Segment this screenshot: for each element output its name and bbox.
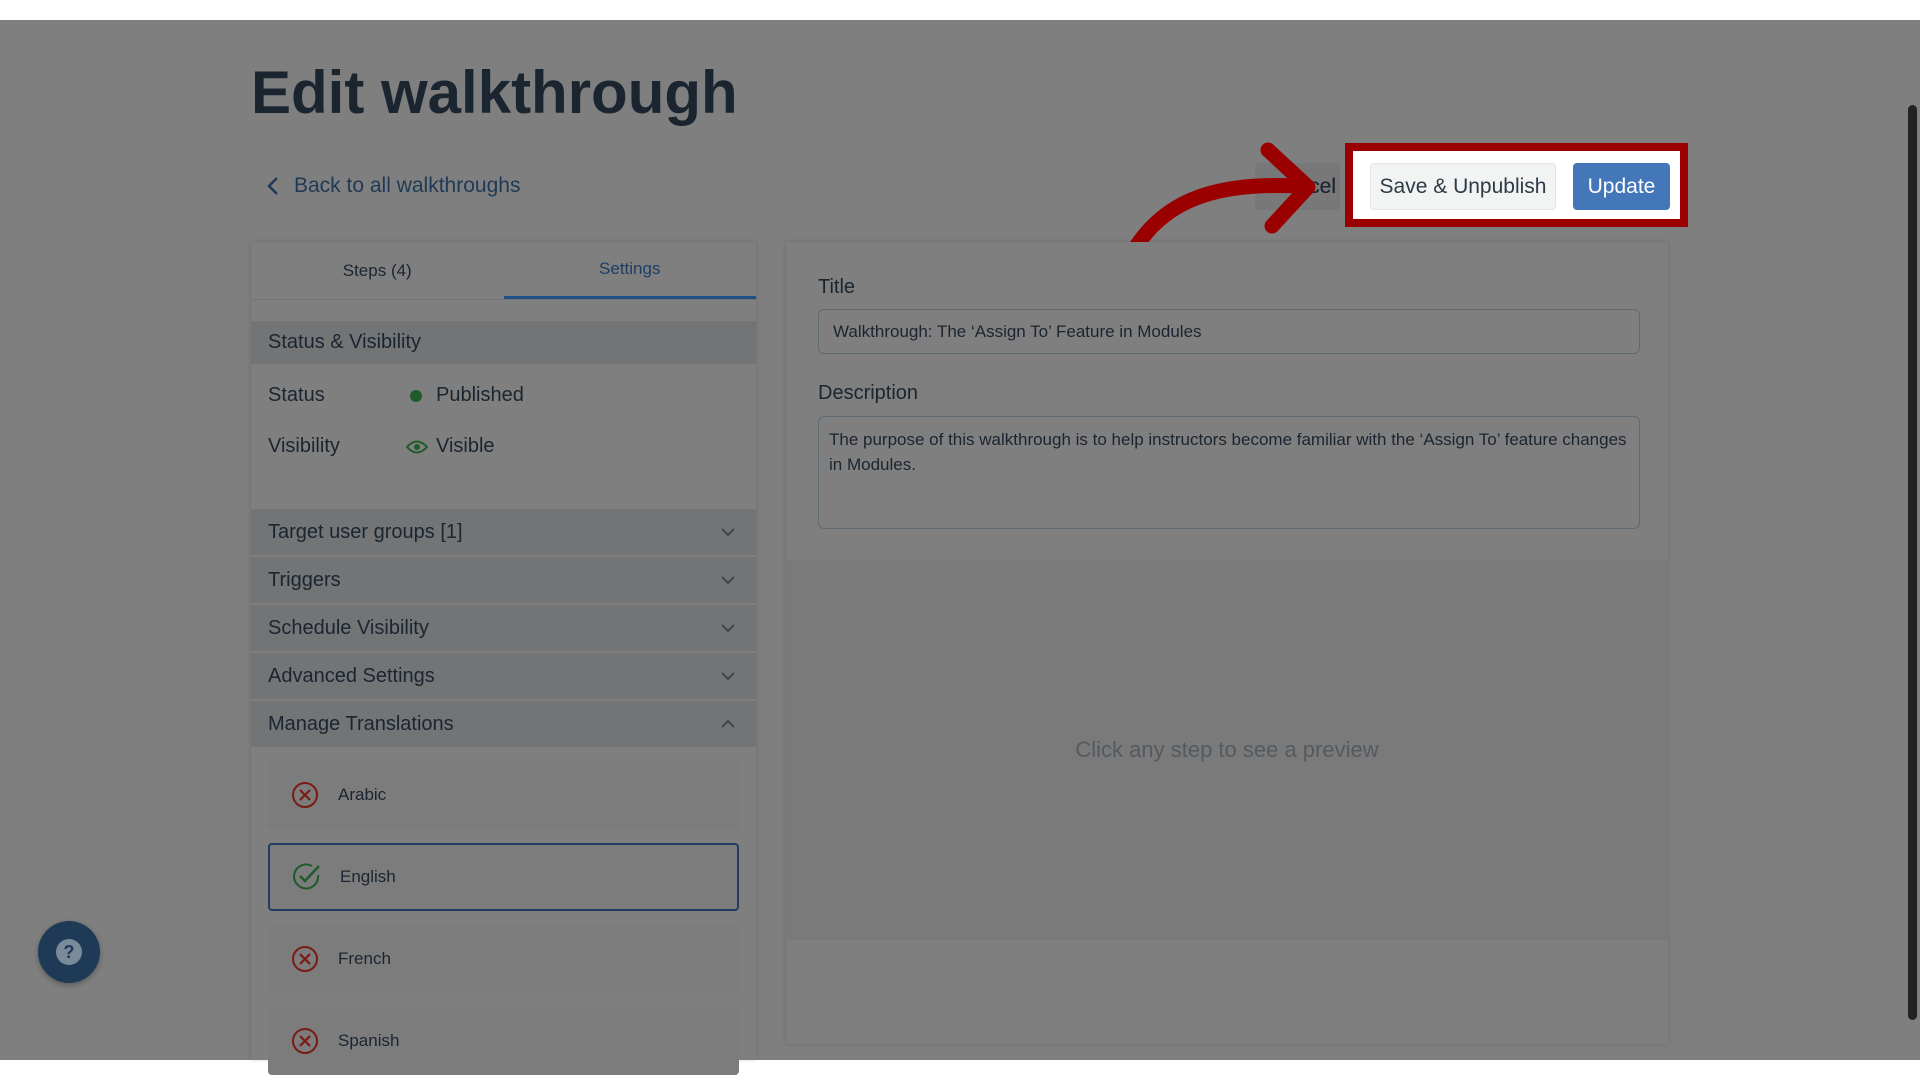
chevron-down-icon [721,624,735,633]
accordion-schedule-visibility[interactable]: Schedule Visibility [251,605,756,651]
chevron-down-icon [721,528,735,537]
accordion-label: Triggers [268,568,341,591]
help-button[interactable]: ? [38,921,100,983]
chevron-up-icon [721,719,735,728]
visibility-row: Visibility Visible [251,421,756,472]
status-row: Status Published [251,370,756,421]
title-label: Title [818,276,856,298]
translation-label: Arabic [338,785,387,804]
status-visibility-header: Status & Visibility [251,321,756,364]
question-icon: ? [56,939,82,965]
accordion-triggers[interactable]: Triggers [251,557,756,603]
accordion-label: Target user groups [1] [268,520,463,543]
tab-steps[interactable]: Steps (4) [251,242,504,299]
description-label: Description [818,382,919,404]
accordion-label: Advanced Settings [268,664,435,687]
step-preview-area: Click any step to see a preview [786,560,1668,940]
accordion-manage-translations[interactable]: Manage Translations [251,701,756,747]
translation-spanish[interactable]: Spanish [268,1007,739,1075]
chevron-down-icon [721,672,735,681]
translation-label: French [338,949,391,968]
tab-settings[interactable]: Settings [503,242,756,299]
x-circle-icon [292,946,318,972]
accordion-label: Schedule Visibility [268,616,429,639]
x-circle-icon [292,1028,318,1054]
status-label: Status [268,384,325,406]
details-panel: Title Description The purpose of this wa… [786,242,1668,1044]
translation-french[interactable]: French [268,925,739,993]
accordion-advanced-settings[interactable]: Advanced Settings [251,653,756,699]
chevron-down-icon [721,576,735,585]
x-circle-icon [292,782,318,808]
title-input[interactable] [818,309,1640,354]
translation-label: Spanish [338,1031,400,1050]
eye-icon [406,440,428,453]
visibility-label: Visibility [268,435,340,457]
scrollbar[interactable] [1908,105,1917,1020]
description-textarea[interactable]: The purpose of this walkthrough is to he… [818,416,1640,529]
check-circle-icon [293,863,320,890]
published-dot-icon [410,389,422,402]
translation-arabic[interactable]: Arabic [268,761,739,829]
status-value: Published [436,384,524,406]
preview-placeholder: Click any step to see a preview [1075,737,1379,762]
accordion-label: Manage Translations [268,712,454,735]
svg-text:?: ? [64,942,75,962]
accordion-target-user-groups[interactable]: Target user groups [1] [251,509,756,555]
settings-panel: Steps (4) Settings Status & Visibility S… [251,242,756,1075]
visibility-value: Visible [436,435,495,457]
translation-label: English [340,867,396,886]
translation-english[interactable]: English [268,843,739,911]
